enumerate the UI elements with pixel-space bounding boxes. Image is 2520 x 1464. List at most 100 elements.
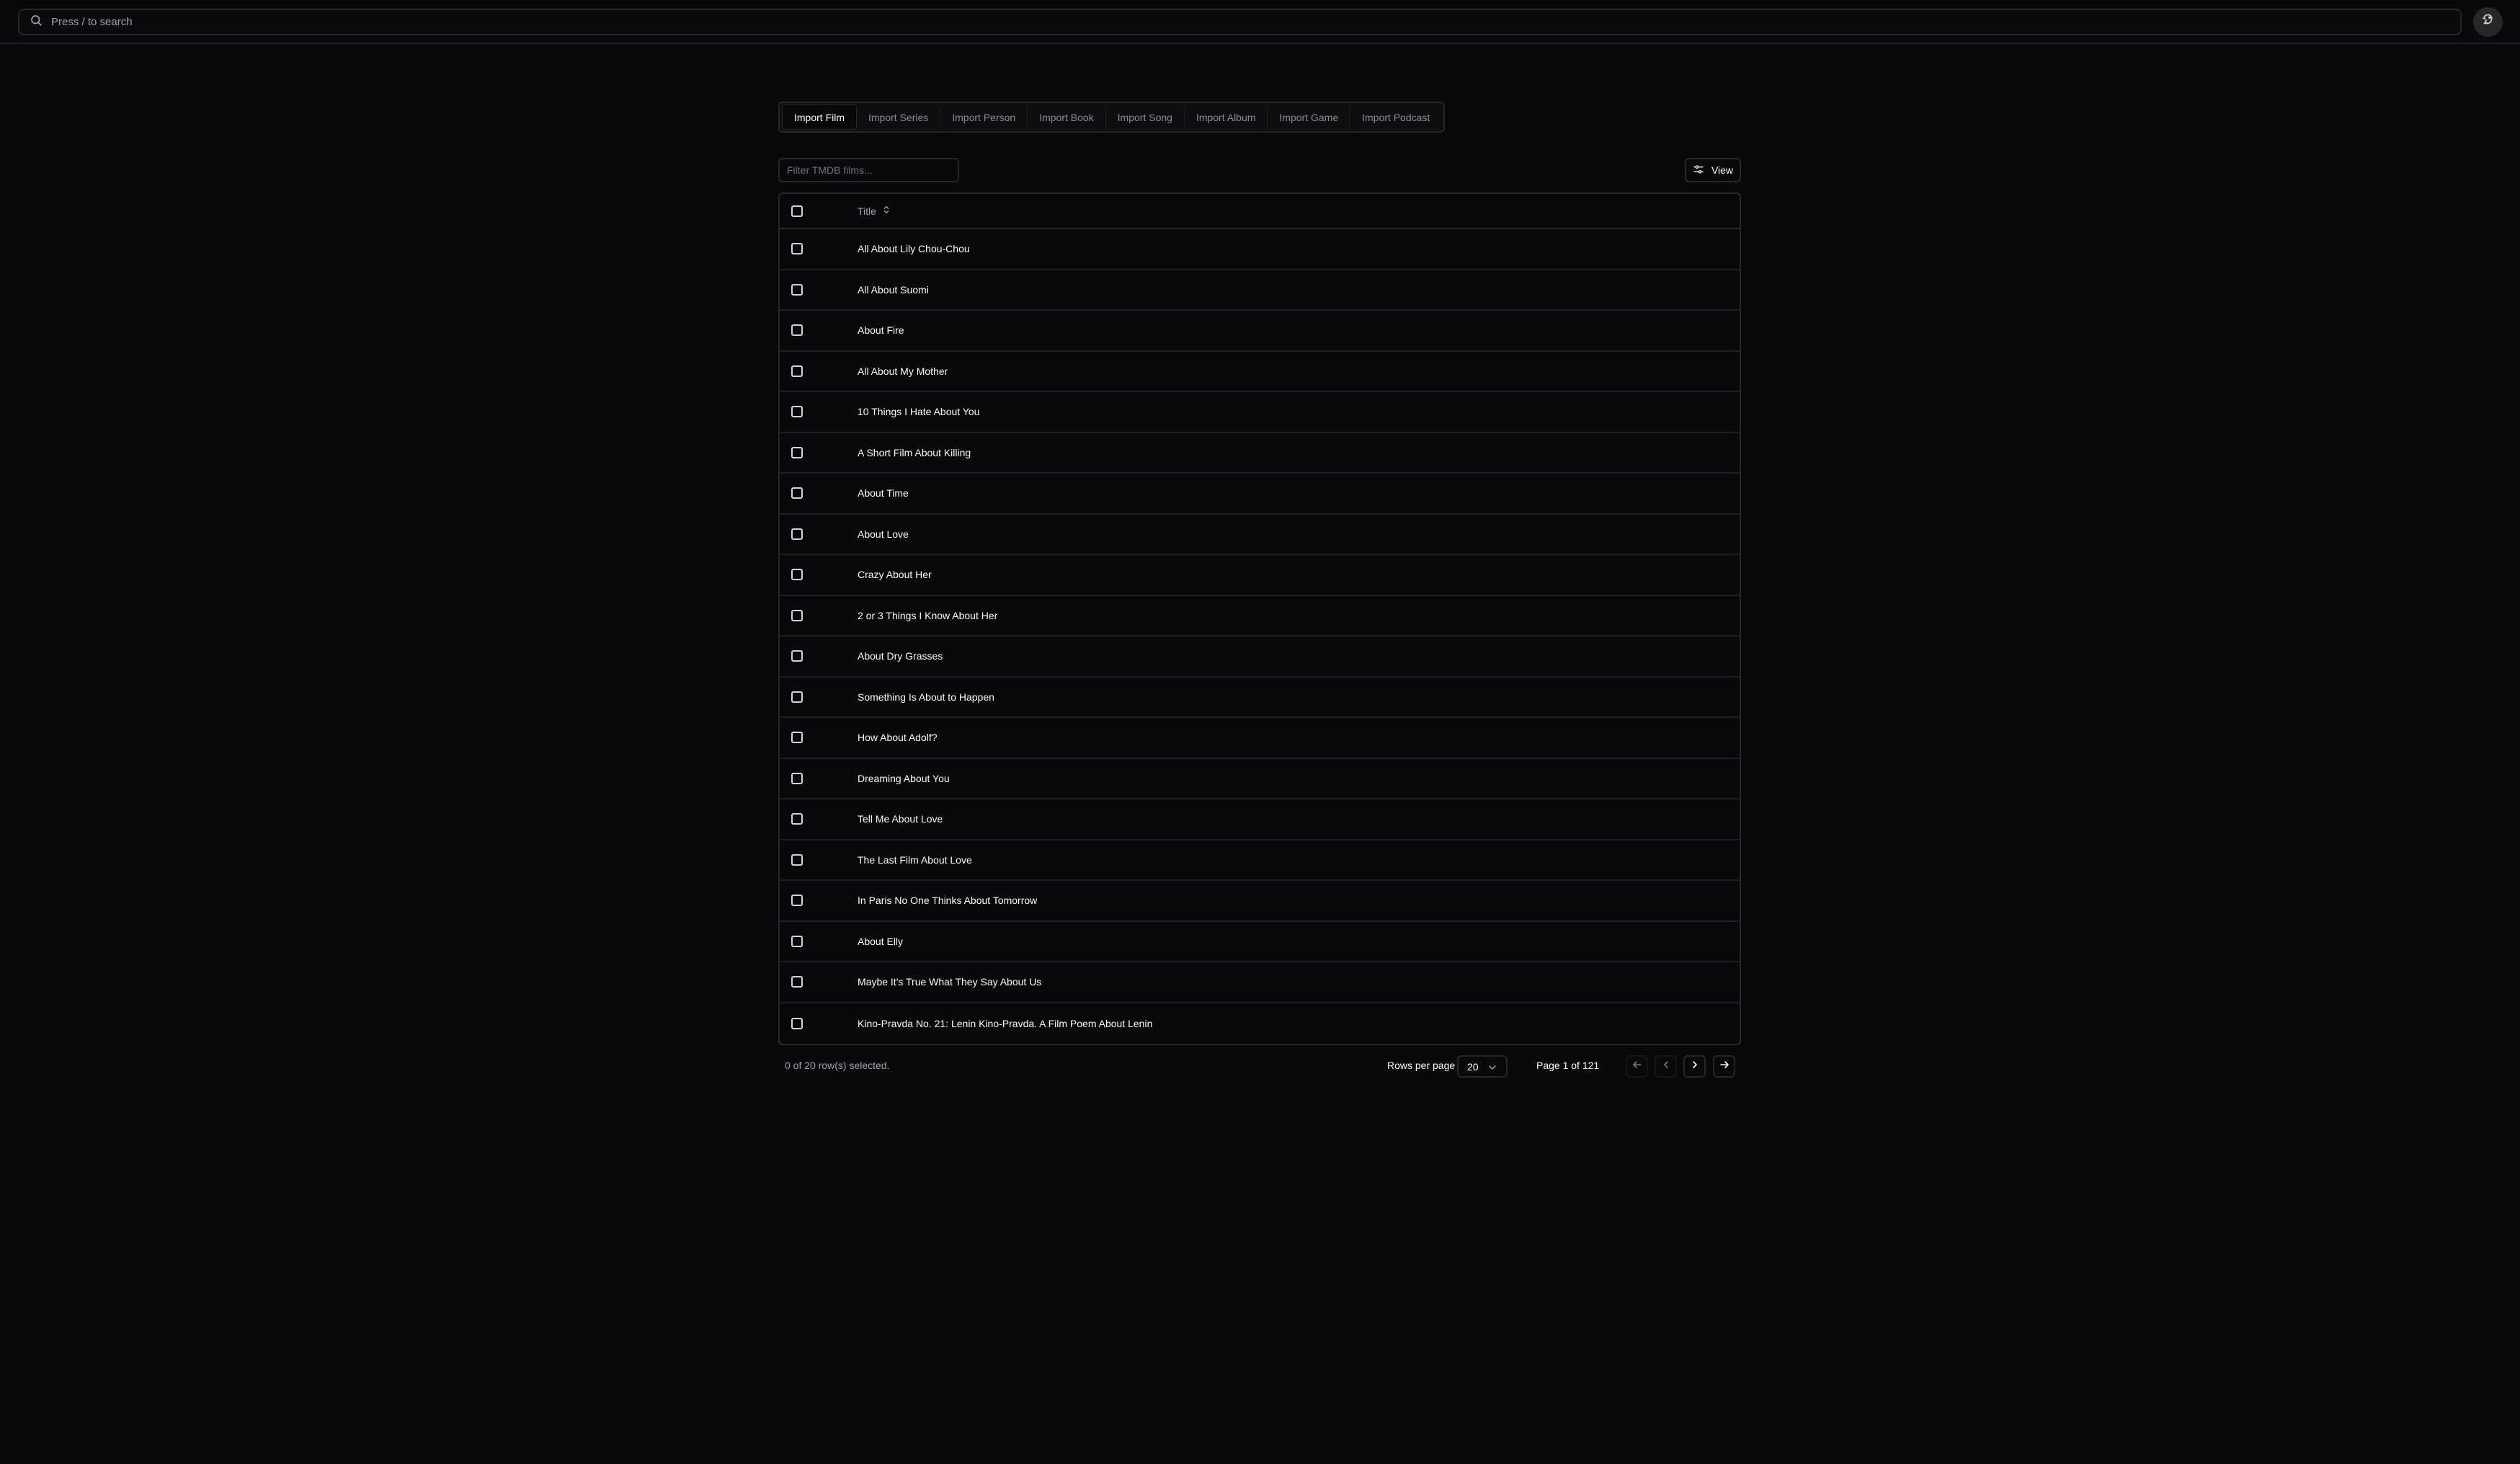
row-checkbox[interactable]	[791, 976, 803, 988]
chevron-right-icon	[1690, 1060, 1700, 1073]
row-checkbox-cell	[780, 487, 858, 500]
film-title: The Last Film About Love	[858, 853, 972, 866]
table-row[interactable]: All About My Mother	[780, 352, 1740, 392]
selection-count: 0 of 20 row(s) selected.	[785, 1060, 890, 1071]
select-all-checkbox[interactable]	[791, 205, 803, 217]
film-title: A Short Film About Killing	[858, 446, 971, 458]
film-title: All About My Mother	[858, 365, 948, 377]
row-checkbox[interactable]	[791, 895, 803, 907]
row-checkbox-cell	[780, 609, 858, 621]
row-checkbox[interactable]	[791, 283, 803, 296]
import-tabs: Import Film Import Series Import Person …	[778, 102, 1446, 133]
user-avatar-button[interactable]	[2473, 7, 2503, 37]
table-row[interactable]: A Short Film About Killing	[780, 433, 1740, 474]
film-title: About Elly	[858, 935, 904, 947]
search-placeholder: Press / to search	[51, 16, 133, 28]
sort-icon	[882, 205, 891, 217]
row-checkbox[interactable]	[791, 650, 803, 662]
tab-import-book[interactable]: Import Book	[1028, 105, 1106, 130]
chevron-left-icon	[1661, 1060, 1671, 1073]
row-checkbox[interactable]	[791, 853, 803, 866]
page-info: Page 1 of 121	[1536, 1060, 1600, 1071]
film-title: Tell Me About Love	[858, 813, 943, 825]
table-row[interactable]: About Elly	[780, 922, 1740, 962]
row-checkbox[interactable]	[791, 1017, 803, 1029]
table-row[interactable]: Something Is About to Happen	[780, 678, 1740, 718]
table-row[interactable]: All About Lily Chou-Chou	[780, 229, 1740, 270]
row-checkbox[interactable]	[791, 365, 803, 377]
title-header-label: Title	[858, 205, 876, 217]
view-button-label: View	[1711, 164, 1734, 176]
film-title: In Paris No One Thinks About Tomorrow	[858, 895, 1038, 907]
table-row[interactable]: In Paris No One Thinks About Tomorrow	[780, 881, 1740, 922]
row-checkbox-cell	[780, 691, 858, 703]
film-title: How About Adolf?	[858, 732, 938, 744]
last-page-button[interactable]	[1713, 1055, 1735, 1078]
film-title: About Love	[858, 528, 909, 540]
row-checkbox-cell	[780, 365, 858, 377]
film-title: About Time	[858, 487, 909, 500]
table-row[interactable]: Maybe It's True What They Say About Us	[780, 962, 1740, 1003]
first-page-button[interactable]	[1626, 1055, 1648, 1078]
chevron-down-icon	[1488, 1061, 1496, 1073]
previous-page-button[interactable]	[1655, 1055, 1677, 1078]
table-row[interactable]: 2 or 3 Things I Know About Her	[780, 596, 1740, 636]
row-checkbox[interactable]	[791, 324, 803, 337]
row-checkbox-cell	[780, 528, 858, 540]
row-checkbox[interactable]	[791, 446, 803, 458]
tab-import-podcast[interactable]: Import Podcast	[1350, 105, 1441, 130]
row-checkbox[interactable]	[791, 406, 803, 418]
tab-import-album[interactable]: Import Album	[1185, 105, 1268, 130]
view-button[interactable]: View	[1685, 158, 1741, 182]
row-checkbox[interactable]	[791, 772, 803, 784]
tab-import-game[interactable]: Import Game	[1268, 105, 1351, 130]
row-checkbox[interactable]	[791, 528, 803, 540]
rows-per-page-select[interactable]: 20	[1457, 1055, 1508, 1078]
row-checkbox[interactable]	[791, 935, 803, 947]
search-input[interactable]: Press / to search	[18, 9, 2462, 35]
row-checkbox-cell	[780, 243, 858, 255]
title-column-header[interactable]: Title	[858, 205, 891, 217]
tab-import-song[interactable]: Import Song	[1106, 105, 1185, 130]
row-checkbox[interactable]	[791, 813, 803, 825]
table-row[interactable]: About Dry Grasses	[780, 636, 1740, 678]
films-table: Title All About Lily Chou-Chou All About …	[778, 192, 1741, 1045]
film-title: Crazy About Her	[858, 569, 932, 581]
row-checkbox-cell	[780, 935, 858, 947]
table-row[interactable]: All About Suomi	[780, 270, 1740, 311]
row-checkbox-cell	[780, 732, 858, 744]
row-checkbox[interactable]	[791, 691, 803, 703]
table-row[interactable]: The Last Film About Love	[780, 840, 1740, 881]
table-row[interactable]: About Love	[780, 515, 1740, 555]
arrow-right-icon	[1719, 1060, 1729, 1073]
row-checkbox-cell	[780, 650, 858, 662]
filter-input[interactable]: Filter TMDB films...	[778, 158, 959, 182]
table-row[interactable]: How About Adolf?	[780, 718, 1740, 759]
tab-import-film[interactable]: Import Film	[782, 105, 857, 130]
row-checkbox-cell	[780, 1017, 858, 1029]
tab-import-person[interactable]: Import Person	[940, 105, 1028, 130]
rows-per-page-value: 20	[1467, 1060, 1479, 1073]
row-checkbox-cell	[780, 406, 858, 418]
row-checkbox[interactable]	[791, 487, 803, 500]
table-row[interactable]: About Time	[780, 474, 1740, 515]
table-row[interactable]: Kino-Pravda No. 21: Lenin Kino-Pravda. A…	[780, 1003, 1740, 1044]
film-title: 2 or 3 Things I Know About Her	[858, 609, 998, 621]
sliders-icon	[1693, 164, 1704, 177]
row-checkbox[interactable]	[791, 609, 803, 621]
table-row[interactable]: Dreaming About You	[780, 759, 1740, 799]
row-checkbox-cell	[780, 772, 858, 784]
table-row[interactable]: About Fire	[780, 311, 1740, 352]
row-checkbox-cell	[780, 446, 858, 458]
table-row[interactable]: Tell Me About Love	[780, 799, 1740, 840]
row-checkbox[interactable]	[791, 243, 803, 255]
table-row[interactable]: 10 Things I Hate About You	[780, 392, 1740, 433]
tab-import-series[interactable]: Import Series	[857, 105, 941, 130]
row-checkbox[interactable]	[791, 732, 803, 744]
row-checkbox[interactable]	[791, 569, 803, 581]
arrow-left-icon	[1632, 1060, 1642, 1073]
film-title: All About Suomi	[858, 283, 929, 296]
next-page-button[interactable]	[1683, 1055, 1706, 1078]
table-row[interactable]: Crazy About Her	[780, 555, 1740, 596]
film-title: 10 Things I Hate About You	[858, 406, 980, 418]
